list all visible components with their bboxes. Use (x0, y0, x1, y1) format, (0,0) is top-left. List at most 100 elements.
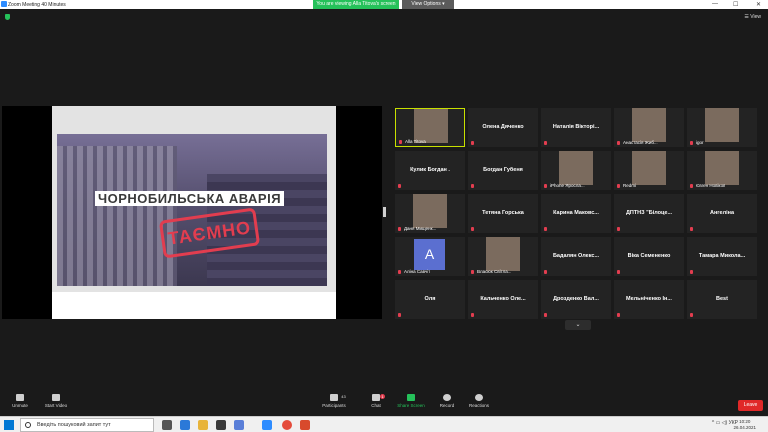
participant-name: Тамара Микола... (698, 253, 746, 259)
participant-tile[interactable]: Тетяна Горська (468, 194, 538, 233)
reactions-icon (475, 394, 483, 401)
muted-mic-icon (544, 227, 547, 231)
muted-mic-icon (544, 313, 547, 317)
participant-tile[interactable]: Мельніченко Ін... (614, 280, 684, 319)
edge-icon[interactable] (180, 420, 190, 430)
participant-tile[interactable]: igor (687, 108, 757, 147)
participant-tile[interactable]: Віка Семененко (614, 237, 684, 276)
participant-tile[interactable]: Дрозденко Вал... (541, 280, 611, 319)
participant-name: Кулик Богдан . (410, 167, 450, 173)
muted-mic-icon (544, 270, 547, 274)
taskbar-clock[interactable]: 10:20 26.04.2021 (733, 419, 756, 431)
participant-gallery: Alla Titova Олена Дяченко Наталія Вікторі.… (395, 108, 757, 319)
muted-mic-icon (690, 227, 693, 231)
store-icon[interactable] (216, 420, 226, 430)
muted-mic-icon (690, 270, 693, 274)
participant-name: Власюк Світла... (477, 269, 512, 274)
participant-name: Наталія Вікторі... (552, 124, 600, 130)
video-off-icon (52, 394, 60, 401)
participant-tile[interactable]: Даня Мищенк... (395, 194, 465, 233)
share-screen-icon (407, 394, 415, 401)
participant-tile[interactable]: Кулик Богдан . (395, 151, 465, 190)
start-video-button[interactable]: Start Video (36, 394, 76, 408)
participant-name: Анастасія Жиб... (623, 140, 658, 145)
participant-video (632, 151, 666, 185)
participant-tile[interactable]: A Аліна Савчіт (395, 237, 465, 276)
muted-mic-icon (398, 313, 401, 317)
slide-footer (52, 292, 336, 319)
participant-name: Кальченко Оле... (480, 296, 526, 302)
participant-tile[interactable]: Best (687, 280, 757, 319)
muted-mic-icon (398, 227, 401, 231)
presentation-slide: ЧОРНОБИЛЬСЬКА АВАРІЯ ТАЄМНО (52, 106, 336, 319)
zoom-app-icon[interactable] (262, 420, 272, 430)
slide-photo (57, 134, 327, 286)
close-icon[interactable]: ✕ (756, 1, 761, 8)
ruins-image (57, 146, 177, 286)
participants-button[interactable]: Participants 43 (314, 394, 354, 408)
maximize-icon[interactable]: ☐ (733, 1, 738, 8)
participant-avatar: A (414, 239, 445, 270)
windows-start-icon[interactable] (4, 420, 14, 430)
participant-tile[interactable]: Alla Titova (395, 108, 465, 147)
participant-name: Тетяна Горська (482, 210, 524, 216)
participant-name: Best (716, 296, 728, 302)
participant-tile[interactable]: Богдан Губеня (468, 151, 538, 190)
muted-mic-icon (471, 270, 474, 274)
participant-tile[interactable]: Redmi (614, 151, 684, 190)
chrome-icon[interactable] (282, 420, 292, 430)
participant-video (413, 194, 447, 228)
powerpoint-icon[interactable] (300, 420, 310, 430)
window-title: Zoom Meeting 40 Minutes (8, 2, 66, 8)
participant-tile[interactable]: Бадалян Олекс... (541, 237, 611, 276)
task-view-icon[interactable] (162, 420, 172, 430)
participant-tile[interactable]: Тамара Микола... (687, 237, 757, 276)
muted-mic-icon (617, 227, 620, 231)
taskbar-search-input[interactable]: Введіть пошуковий запит тут (20, 418, 154, 432)
participant-tile[interactable]: Олена Дяченко (468, 108, 538, 147)
file-explorer-icon[interactable] (198, 420, 208, 430)
participant-name: Redmi (623, 183, 637, 188)
leave-button[interactable]: Leave (738, 400, 763, 411)
share-screen-button[interactable]: Share Screen (391, 394, 431, 408)
minimize-icon[interactable]: — (712, 1, 718, 7)
participants-icon (330, 394, 338, 401)
participant-name: Даня Мищенк... (404, 226, 437, 231)
participant-tile[interactable]: Анастасія Жиб... (614, 108, 684, 147)
chat-button[interactable]: Chat 1 (356, 394, 396, 408)
mail-icon[interactable] (234, 420, 244, 430)
participant-tile[interactable]: Кальченко Оле... (468, 280, 538, 319)
participant-tile[interactable]: Ангеліна (687, 194, 757, 233)
muted-mic-icon (471, 313, 474, 317)
record-icon (443, 394, 451, 401)
muted-mic-icon (690, 141, 693, 145)
muted-mic-icon (544, 141, 547, 145)
meeting-toolbar: Unmute Start Video Participants 43 Chat … (0, 392, 768, 416)
view-button[interactable]: ☰ View (744, 14, 761, 20)
muted-mic-icon (617, 141, 620, 145)
participant-tile[interactable]: Оля (395, 280, 465, 319)
participant-name: Віка Семененко (627, 253, 671, 259)
participant-tile[interactable]: Євген Новіков (687, 151, 757, 190)
windows-taskbar: Введіть пошуковий запит тут ^ ▭ ◁) УКР 1… (0, 416, 768, 432)
participant-tile[interactable]: Наталія Вікторі... (541, 108, 611, 147)
participant-name: Бадалян Олекс... (552, 253, 600, 259)
muted-mic-icon (617, 313, 620, 317)
participant-tile[interactable]: Карина Маковс... (541, 194, 611, 233)
muted-mic-icon (617, 270, 620, 274)
encryption-shield-icon[interactable] (5, 14, 10, 20)
reactions-button[interactable]: Reactions (459, 394, 499, 408)
slide-title: ЧОРНОБИЛЬСЬКА АВАРІЯ (95, 191, 285, 206)
chat-icon (372, 394, 380, 401)
participant-tile[interactable]: Власюк Світла... (468, 237, 538, 276)
participant-video (705, 151, 739, 185)
muted-mic-icon (471, 141, 474, 145)
gallery-next-page-button[interactable]: ⌄ (565, 320, 591, 330)
participant-tile[interactable]: iPhone Яросла... (541, 151, 611, 190)
panel-resize-handle[interactable] (383, 207, 386, 217)
unmute-button[interactable]: Unmute (0, 394, 40, 408)
view-options-button[interactable]: View Options ▾ (402, 0, 454, 9)
participant-tile[interactable]: ДПТНЗ "Білоце... (614, 194, 684, 233)
muted-mic-icon (544, 184, 547, 188)
participant-name: Богдан Губеня (483, 167, 523, 173)
